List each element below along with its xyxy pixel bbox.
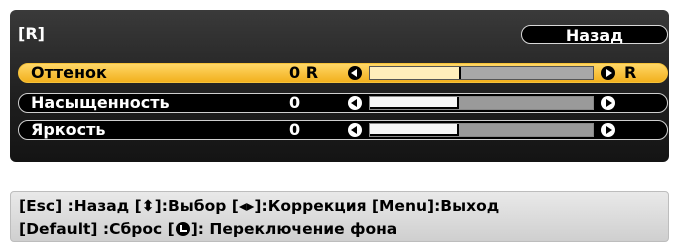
help-text: [Esc] :Назад [	[19, 197, 142, 215]
back-button[interactable]: Назад	[521, 25, 668, 45]
row-value: 0 R	[289, 63, 319, 82]
row-hue[interactable]: Оттенок 0 R R	[18, 63, 668, 83]
row-brightness[interactable]: Яркость 0	[18, 120, 668, 140]
help-text: ]:Коррекция [Menu]:Выход	[254, 197, 500, 215]
slider-fill	[370, 124, 460, 136]
left-right-icon: ◂▸	[238, 197, 255, 215]
help-text: [Default] :Сброс [	[19, 220, 175, 238]
increase-arrow-icon[interactable]	[601, 96, 615, 110]
row-right-label: R	[624, 63, 637, 82]
slider-fill	[370, 97, 460, 109]
up-down-icon: ⬍	[141, 197, 155, 215]
help-text: ]:Выбор [	[154, 197, 239, 215]
row-value: 0	[289, 120, 301, 139]
increase-arrow-icon[interactable]	[601, 66, 615, 80]
help-line-1: [Esc] :Назад [⬍]:Выбор [◂▸]:Коррекция [M…	[19, 194, 499, 218]
menu-title: [R]	[18, 24, 45, 43]
row-label: Яркость	[31, 120, 106, 139]
slider-track[interactable]	[369, 66, 594, 80]
enter-icon	[175, 222, 190, 236]
slider-track[interactable]	[369, 123, 594, 137]
slider-fill	[370, 67, 462, 79]
decrease-arrow-icon[interactable]	[348, 66, 362, 80]
row-label: Насыщенность	[31, 93, 170, 112]
help-line-2: [Default] :Сброс [ ]: Переключение фона	[19, 217, 397, 241]
help-bar: [Esc] :Назад [⬍]:Выбор [◂▸]:Коррекция [M…	[10, 191, 669, 242]
row-saturation[interactable]: Насыщенность 0	[18, 93, 668, 113]
row-label: Оттенок	[31, 63, 107, 82]
decrease-arrow-icon[interactable]	[348, 123, 362, 137]
row-value: 0	[289, 93, 301, 112]
slider-track[interactable]	[369, 96, 594, 110]
increase-arrow-icon[interactable]	[601, 123, 615, 137]
decrease-arrow-icon[interactable]	[348, 96, 362, 110]
help-text: ]: Переключение фона	[190, 220, 398, 238]
